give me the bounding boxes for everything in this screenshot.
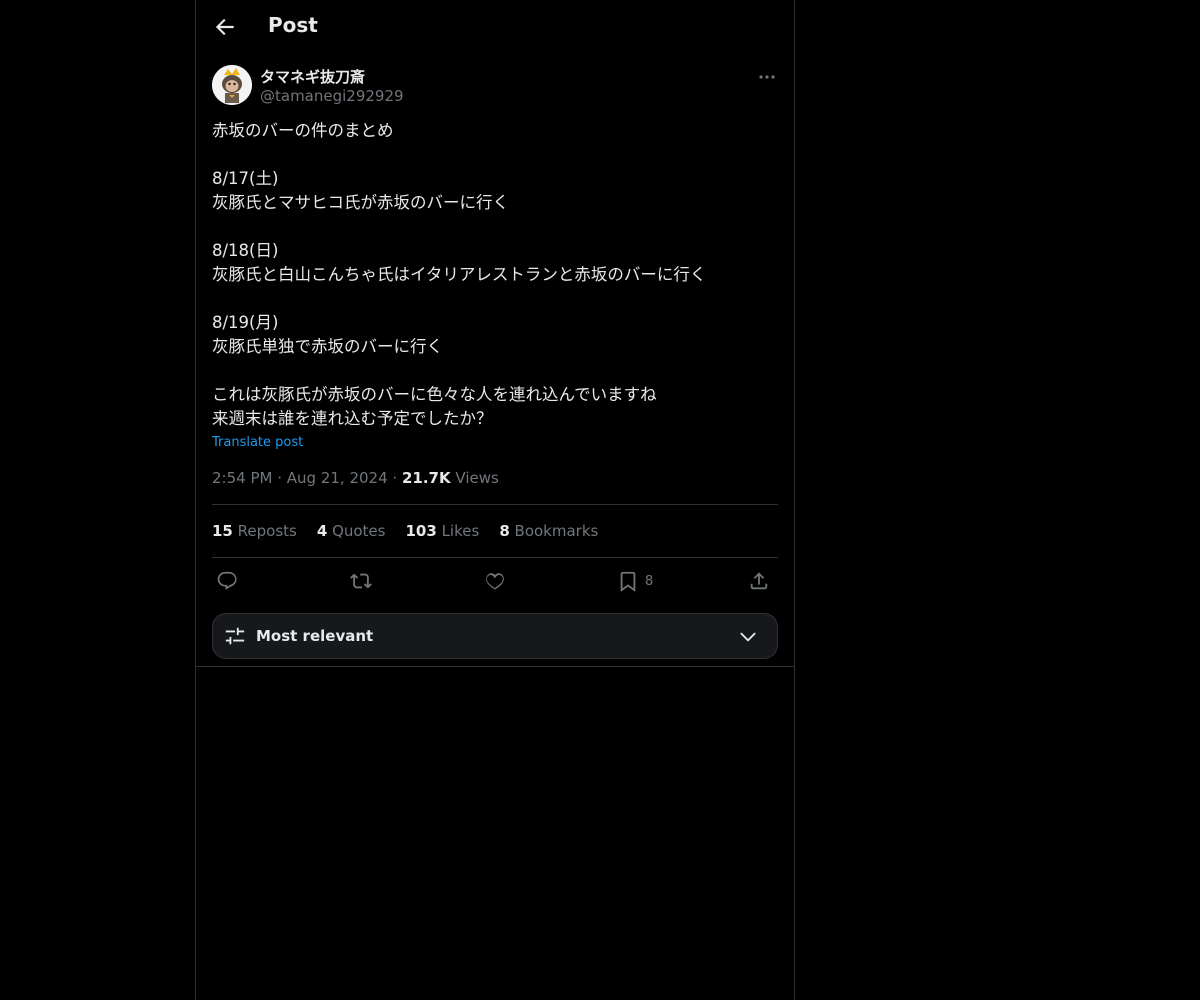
avatar[interactable] [212, 65, 252, 105]
bookmarks-label: Bookmarks [514, 522, 599, 540]
bookmarks-count: 8 [499, 522, 510, 540]
arrow-left-icon [215, 18, 234, 36]
meta-separator: · [277, 469, 287, 487]
heart-icon [486, 573, 504, 590]
views-count: 21.7K [401, 469, 451, 487]
share-button[interactable] [748, 566, 770, 596]
reply-button[interactable] [216, 566, 238, 596]
bookmark-button[interactable]: 8 [617, 566, 653, 596]
chevron-down-icon [740, 632, 756, 642]
section-divider [196, 666, 794, 667]
bookmark-icon [620, 571, 636, 592]
bookmarks-stat[interactable]: 8 Bookmarks [499, 522, 598, 540]
more-horizontal-icon [759, 75, 775, 79]
main-column: Post タマネギ抜刀斎 @tamanegi292929 赤坂のバーの件のまとめ… [195, 0, 795, 1000]
reply-icon [217, 571, 237, 590]
post-meta: 2:54 PM · Aug 21, 2024 · 21.7K Views [212, 469, 499, 487]
more-options-button[interactable] [756, 69, 778, 83]
post-author: タマネギ抜刀斎 @tamanegi292929 [212, 65, 778, 107]
translate-post-link[interactable]: Translate post [212, 435, 303, 450]
monkey-avatar-icon [212, 65, 252, 105]
post-text: 赤坂のバーの件のまとめ 8/17(土) 灰豚氏とマサヒコ氏が赤坂のバーに行く 8… [212, 121, 707, 428]
likes-stat[interactable]: 103 Likes [405, 522, 479, 540]
bookmark-action-count: 8 [645, 573, 654, 589]
reposts-stat[interactable]: 15 Reposts [212, 522, 297, 540]
author-handle[interactable]: @tamanegi292929 [260, 87, 404, 105]
reply-sort-dropdown[interactable]: Most relevant [212, 613, 778, 659]
likes-count: 103 [405, 522, 437, 540]
sort-label: Most relevant [256, 627, 374, 645]
post-actions: 8 [212, 566, 778, 598]
views-label: Views [455, 469, 499, 487]
quotes-label: Quotes [332, 522, 386, 540]
back-button[interactable] [212, 14, 238, 40]
share-icon [750, 572, 768, 590]
quotes-stat[interactable]: 4 Quotes [317, 522, 386, 540]
divider [212, 504, 778, 505]
page-title: Post [268, 13, 318, 37]
divider [212, 557, 778, 558]
post-stats: 15 Reposts 4 Quotes 103 Likes 8 Bookmark… [212, 522, 598, 540]
author-display-name[interactable]: タマネギ抜刀斎 [260, 66, 365, 87]
reposts-count: 15 [212, 522, 233, 540]
like-button[interactable] [484, 566, 506, 596]
post-time[interactable]: 2:54 PM [212, 469, 272, 487]
quotes-count: 4 [316, 522, 328, 540]
repost-button[interactable] [350, 566, 372, 596]
reposts-label: Reposts [237, 522, 297, 540]
sliders-icon [225, 627, 245, 645]
meta-separator: · [392, 469, 402, 487]
repost-icon [350, 573, 372, 589]
page-header: Post [196, 0, 794, 54]
post-date[interactable]: Aug 21, 2024 [287, 469, 388, 487]
likes-label: Likes [441, 522, 480, 540]
